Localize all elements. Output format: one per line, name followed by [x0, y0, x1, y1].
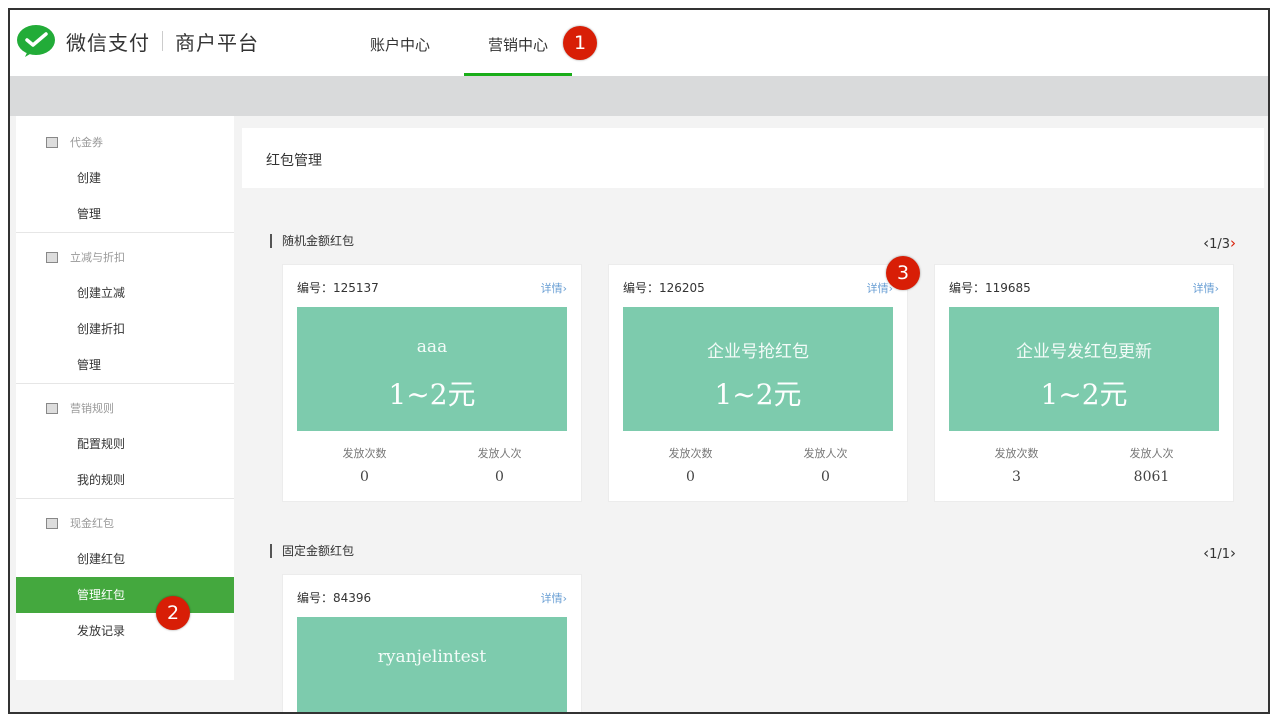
sidebar-group-discount: 立减与折扣 创建立减 创建折扣 管理	[16, 233, 234, 384]
sidebar-item-config-rules[interactable]: 配置规则	[16, 426, 234, 462]
pager-text: 1/3	[1209, 237, 1230, 252]
sidebar-group-cash-redpacket: 现金红包 创建红包 管理红包 发放记录	[16, 499, 234, 649]
rules-icon	[46, 402, 58, 414]
sidebar-group-rules: 营销规则 配置规则 我的规则	[16, 384, 234, 499]
discount-icon	[46, 251, 58, 263]
redpacket-card[interactable]: 编号：125137 详情› aaa 1~2元 发放次数 0 发放人次 0	[282, 264, 582, 502]
sidebar-group-title: 营销规则	[16, 390, 234, 426]
wechat-pay-logo-icon	[17, 25, 55, 57]
card-id: 编号：84396	[297, 591, 372, 605]
card-name: aaa	[416, 337, 448, 357]
stat-label: 发放次数	[342, 447, 387, 460]
stat-value: 0	[821, 469, 830, 485]
pager-random: ‹1/3›	[1203, 234, 1236, 252]
card-amount: 1~2元	[1040, 378, 1128, 411]
sidebar-group-title: 立减与折扣	[16, 239, 234, 275]
tab-marketing-center[interactable]: 营销中心	[464, 10, 573, 76]
stat-label: 发放人次	[1129, 447, 1174, 460]
card-banner[interactable]: 企业号发红包更新 1~2元	[949, 307, 1219, 431]
platform-name: 商户平台	[175, 30, 259, 55]
card-stats: 发放次数 3 发放人次 8061	[949, 445, 1219, 485]
sidebar-group-title: 代金券	[16, 124, 234, 160]
main-nav: 账户中心 营销中心	[346, 10, 573, 76]
top-header: 微信支付 商户平台 账户中心 营销中心	[10, 10, 1268, 76]
card-name: ryanjelintest	[377, 647, 487, 667]
stat-value: 0	[495, 469, 504, 485]
sidebar-item-my-rules[interactable]: 我的规则	[16, 462, 234, 498]
page-title: 红包管理	[266, 153, 322, 169]
sidebar-item-create-redpacket[interactable]: 创建红包	[16, 541, 234, 577]
card-id: 编号：125137	[297, 281, 379, 295]
brand-name: 微信支付	[66, 30, 150, 55]
sidebar-group-coupon: 代金券 创建 管理	[16, 116, 234, 233]
card-id: 编号：126205	[623, 281, 705, 295]
redpacket-card[interactable]: 编号：119685 详情› 企业号发红包更新 1~2元 发放次数 3 发放人次 80…	[934, 264, 1234, 502]
card-banner[interactable]: 企业号抢红包 1~2元	[623, 307, 893, 431]
annotation-badge: 3	[886, 256, 920, 290]
section-title-fixed: 固定金额红包	[270, 542, 354, 559]
pager-text: 1/1	[1209, 547, 1230, 562]
sidebar-item-coupon-create[interactable]: 创建	[16, 160, 234, 196]
annotation-badge: 2	[156, 596, 190, 630]
sidebar-item-create-reduction[interactable]: 创建立减	[16, 275, 234, 311]
pager-next-button[interactable]: ›	[1230, 234, 1236, 252]
stat-label: 发放人次	[803, 447, 848, 460]
stat-value: 8061	[1133, 469, 1170, 485]
redpacket-card[interactable]: 编号：84396 详情› ryanjelintest	[282, 574, 582, 712]
card-stats: 发放次数 0 发放人次 0	[623, 445, 893, 485]
card-detail-link[interactable]: 详情›	[1193, 280, 1219, 296]
stat-label: 发放次数	[994, 447, 1039, 460]
gray-divider-bar	[10, 76, 1268, 116]
redpacket-card[interactable]: 编号：126205 详情› 企业号抢红包 1~2元 发放次数 0 发放人次 0	[608, 264, 908, 502]
logo[interactable]: 微信支付 商户平台	[16, 24, 259, 58]
card-stats: 发放次数 0 发放人次 0	[297, 445, 567, 485]
red-packet-icon	[46, 517, 58, 529]
sidebar: 代金券 创建 管理 立减与折扣 创建立减 创建折扣 管理 营销规则 配置规则 我…	[16, 116, 234, 680]
sidebar-group-title: 现金红包	[16, 505, 234, 541]
card-name: 企业号发红包更新	[1016, 342, 1152, 362]
stat-value: 3	[1012, 469, 1021, 485]
main-content: 红包管理 随机金额红包 ‹1/3› 编号：125137 详情› aaa 1~2元…	[242, 116, 1264, 712]
tab-account-center[interactable]: 账户中心	[346, 10, 454, 76]
card-amount: 1~2元	[388, 378, 476, 411]
coupon-icon	[46, 136, 58, 148]
section-title-random: 随机金额红包	[270, 232, 354, 249]
page-header: 红包管理	[242, 128, 1264, 188]
sidebar-item-manage-redpacket[interactable]: 管理红包	[16, 577, 234, 613]
brand-divider	[162, 31, 163, 51]
sidebar-item-discount-manage[interactable]: 管理	[16, 347, 234, 383]
app-window: 微信支付 商户平台 账户中心 营销中心 代金券 创建 管理 立减与折扣 创建立减…	[8, 8, 1270, 714]
card-banner[interactable]: ryanjelintest	[297, 617, 567, 712]
card-amount: 1~2元	[714, 378, 802, 411]
stat-label: 发放人次	[477, 447, 522, 460]
card-banner[interactable]: aaa 1~2元	[297, 307, 567, 431]
card-detail-link[interactable]: 详情›	[541, 280, 567, 296]
sidebar-item-coupon-manage[interactable]: 管理	[16, 196, 234, 232]
stat-value: 0	[686, 469, 695, 485]
annotation-badge: 1	[563, 26, 597, 60]
stat-value: 0	[360, 469, 369, 485]
card-id: 编号：119685	[949, 281, 1031, 295]
sidebar-item-create-discount[interactable]: 创建折扣	[16, 311, 234, 347]
pager-fixed: ‹1/1›	[1203, 544, 1236, 562]
card-detail-link[interactable]: 详情›	[541, 590, 567, 606]
sidebar-item-send-records[interactable]: 发放记录	[16, 613, 234, 649]
stat-label: 发放次数	[668, 447, 713, 460]
card-name: 企业号抢红包	[707, 342, 809, 362]
pager-next-button[interactable]: ›	[1230, 544, 1236, 562]
